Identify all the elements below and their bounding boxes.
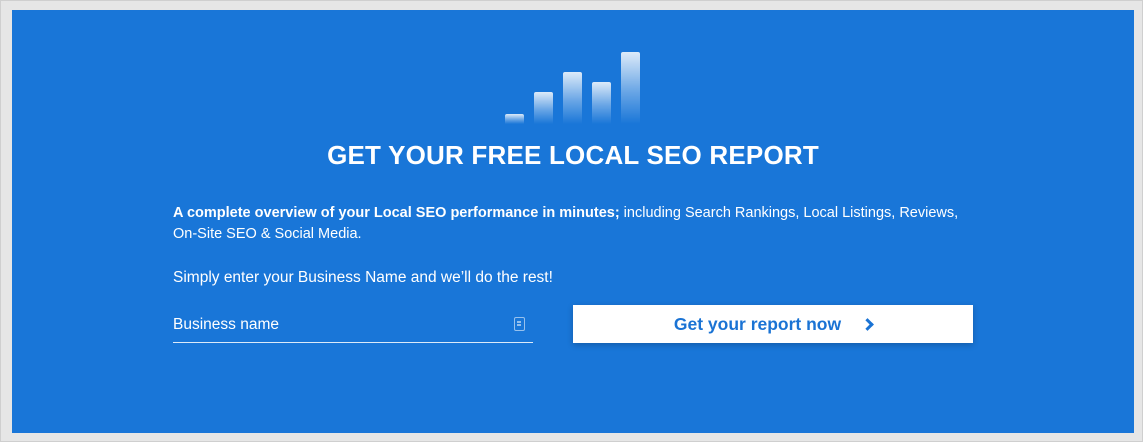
seo-report-panel: GET YOUR FREE LOCAL SEO REPORT A complet… bbox=[12, 10, 1134, 433]
business-name-field bbox=[173, 311, 533, 343]
bar-chart-icon bbox=[505, 52, 645, 124]
cta-text: Simply enter your Business Name and we’l… bbox=[173, 269, 553, 286]
page-title: GET YOUR FREE LOCAL SEO REPORT bbox=[327, 140, 819, 170]
page-frame: GET YOUR FREE LOCAL SEO REPORT A complet… bbox=[0, 0, 1143, 442]
contact-card-icon bbox=[514, 317, 525, 331]
get-report-button[interactable]: Get your report now bbox=[573, 305, 973, 343]
chevron-right-icon bbox=[861, 317, 874, 331]
business-name-input[interactable] bbox=[173, 311, 503, 339]
intro-bold-text: A complete overview of your Local SEO pe… bbox=[173, 205, 620, 221]
intro-text: A complete overview of your Local SEO pe… bbox=[173, 203, 973, 245]
get-report-label: Get your report now bbox=[673, 313, 842, 334]
